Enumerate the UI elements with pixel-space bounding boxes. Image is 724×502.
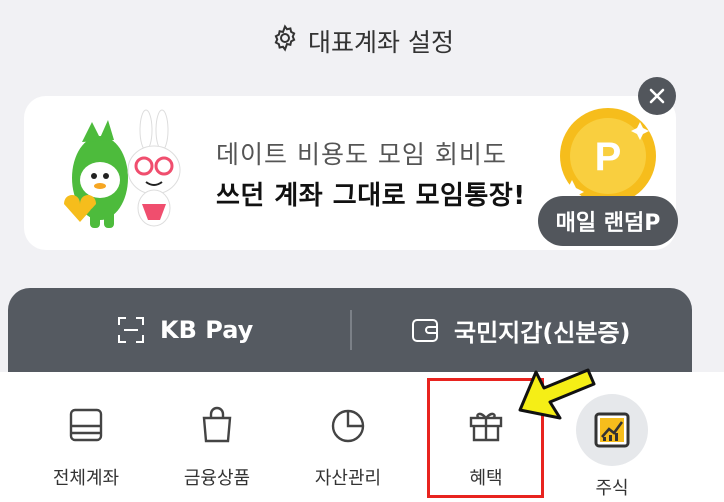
- national-wallet-button[interactable]: 국민지갑(신분증): [410, 310, 631, 350]
- scan-icon: [118, 317, 144, 343]
- wallet-icon: [412, 319, 438, 342]
- tab-all-accounts[interactable]: 전체계좌: [26, 372, 146, 502]
- pointer-arrow-icon: [518, 368, 596, 420]
- kb-pay-label: KB Pay: [160, 316, 254, 344]
- rep-account-setting[interactable]: 대표계좌 설정: [0, 18, 724, 64]
- mascot-illustration: [64, 109, 181, 228]
- gear-icon: [270, 23, 300, 59]
- bag-icon: [194, 402, 240, 448]
- pie-chart-icon: [325, 402, 371, 448]
- tab-asset-management[interactable]: 자산관리: [288, 372, 408, 502]
- tab-label: 주식: [595, 478, 629, 499]
- tab-label: 금융상품: [183, 468, 251, 489]
- tab-financial-products[interactable]: 금융상품: [157, 372, 277, 502]
- banner-line2: 쓰던 계좌 그대로 모임통장!: [216, 181, 526, 211]
- banner-close-button[interactable]: [638, 77, 676, 115]
- point-coin-icon: P: [560, 108, 656, 204]
- close-icon: [649, 88, 665, 104]
- account-icon: [63, 402, 109, 448]
- coin-letter: P: [595, 135, 622, 179]
- rep-account-label: 대표계좌 설정: [308, 28, 454, 57]
- random-point-badge[interactable]: 매일 랜덤P: [538, 196, 678, 246]
- tab-label: 전체계좌: [52, 468, 120, 489]
- tab-label: 자산관리: [314, 468, 382, 489]
- kb-pay-button[interactable]: KB Pay: [116, 310, 253, 350]
- banner-line1: 데이트 비용도 모임 회비도: [216, 140, 507, 169]
- national-wallet-label: 국민지갑(신분증): [454, 318, 631, 347]
- divider: [350, 310, 352, 350]
- bottom-tab-bar: 전체계좌 금융상품 자산관리 혜택 주식: [0, 372, 724, 502]
